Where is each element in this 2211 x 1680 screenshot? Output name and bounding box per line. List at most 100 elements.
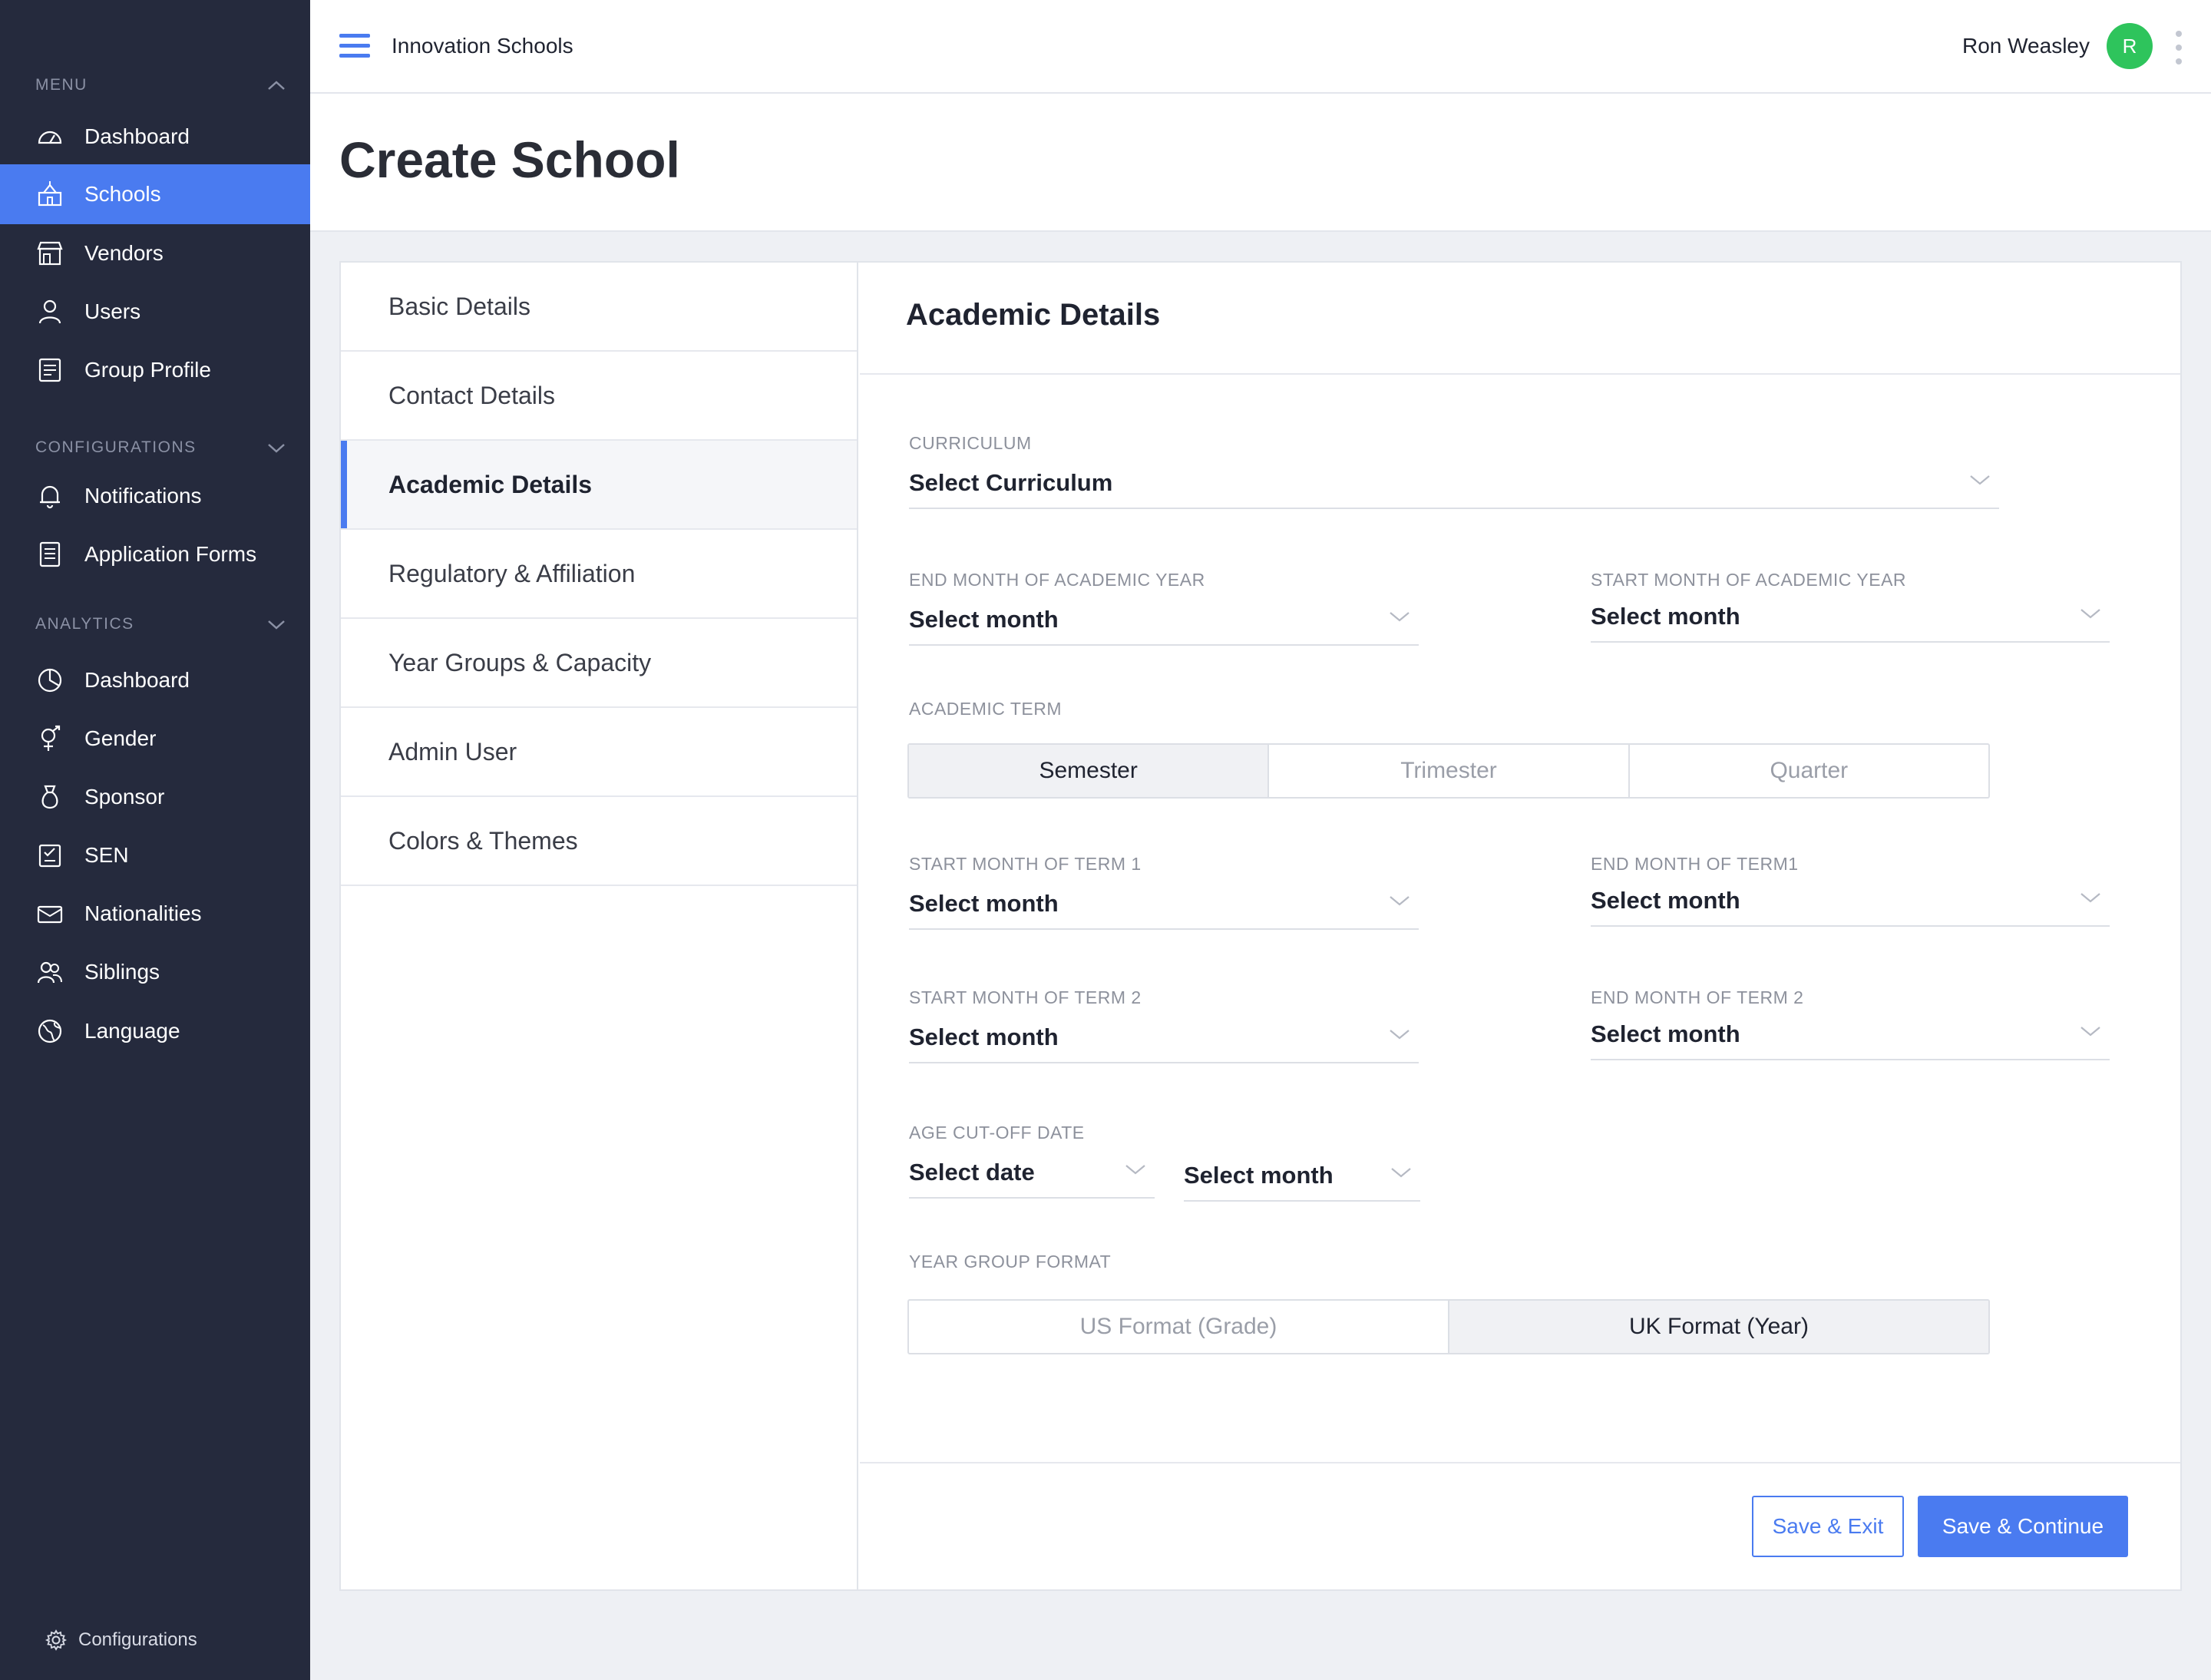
age-cutoff-date-value: Select date: [909, 1159, 1035, 1186]
school-icon: [35, 180, 64, 209]
user-name[interactable]: Ron Weasley: [1962, 34, 2090, 58]
sidebar-item-vendors[interactable]: Vendors: [0, 223, 310, 283]
year-group-format-label: YEAR GROUP FORMAT: [909, 1252, 1112, 1272]
step-year-groups-capacity[interactable]: Year Groups & Capacity: [341, 619, 857, 708]
chevron-down-icon: [2080, 609, 2100, 619]
save-exit-button[interactable]: Save & Exit: [1752, 1496, 1904, 1557]
step-colors-themes[interactable]: Colors & Themes: [341, 797, 857, 886]
term-option-quarter[interactable]: Quarter: [1630, 745, 1988, 797]
passport-icon: [35, 899, 64, 928]
start-month-term1-label: START MONTH OF TERM 1: [909, 854, 1142, 874]
start-month-academic-year-label: START MONTH OF ACADEMIC YEAR: [1591, 570, 1907, 590]
step-regulatory-affiliation[interactable]: Regulatory & Affiliation: [341, 530, 857, 619]
age-cutoff-date-field: AGE CUT-OFF DATE Select date: [909, 1123, 1155, 1199]
user-icon: [35, 297, 64, 326]
term-option-trimester[interactable]: Trimester: [1269, 745, 1630, 797]
sidebar-item-group-profile[interactable]: Group Profile: [0, 340, 310, 400]
start-month-term1-select[interactable]: Select month: [909, 882, 1419, 930]
sidebar-item-sen[interactable]: SEN: [0, 825, 310, 885]
siblings-icon: [35, 957, 64, 987]
sidebar-item-gender[interactable]: Gender: [0, 709, 310, 769]
format-option-us[interactable]: US Format (Grade): [909, 1301, 1449, 1353]
format-option-uk[interactable]: UK Format (Year): [1449, 1301, 1988, 1353]
year-group-format-field: YEAR GROUP FORMAT: [909, 1252, 1111, 1272]
start-month-term1-value: Select month: [909, 890, 1059, 917]
panel-header: Academic Details: [860, 263, 2180, 375]
sidebar-item-nationalities[interactable]: Nationalities: [0, 884, 310, 944]
page-header: Create School: [310, 94, 2211, 232]
globe-icon: [35, 1017, 64, 1046]
sidebar-item-label: SEN: [84, 843, 129, 867]
chevron-down-icon: [268, 444, 285, 453]
chevron-down-icon: [1390, 896, 1410, 906]
curriculum-field: CURRICULUM Select Curriculum: [909, 433, 1999, 509]
sidebar-item-label: Gender: [84, 726, 157, 750]
more-options-icon[interactable]: [2174, 31, 2183, 64]
step-label: Academic Details: [388, 470, 593, 498]
end-month-term2-field: END MONTH OF TERM 2 Select month: [1591, 987, 2110, 1060]
sidebar-item-label: Dashboard: [84, 668, 190, 692]
step-admin-user[interactable]: Admin User: [341, 708, 857, 797]
start-month-academic-year-select[interactable]: Select month: [1591, 595, 2110, 643]
sidebar-item-language[interactable]: Language: [0, 1001, 310, 1061]
top-bar: Innovation Schools Ron Weasley R: [310, 0, 2211, 94]
bell-icon: [35, 481, 64, 511]
sidebar-configurations-link[interactable]: Configurations: [45, 1626, 197, 1654]
configurations-section-header[interactable]: CONFIGURATIONS: [35, 436, 287, 459]
gender-icon: [35, 724, 64, 753]
end-month-term1-label: END MONTH OF TERM1: [1591, 854, 1799, 874]
panel-title: Academic Details: [906, 298, 1161, 332]
page-title: Create School: [339, 131, 680, 188]
sidebar-item-schools[interactable]: Schools: [0, 164, 310, 224]
form-icon: [35, 540, 64, 569]
sidebar-item-label: Siblings: [84, 960, 160, 984]
curriculum-select[interactable]: Select Curriculum: [909, 461, 1999, 509]
sidebar-item-label: Users: [84, 299, 141, 323]
step-label: Basic Details: [388, 292, 530, 320]
sidebar-item-notifications[interactable]: Notifications: [0, 466, 310, 526]
age-cutoff-month-select[interactable]: Select month: [1184, 1154, 1420, 1202]
chevron-down-icon: [1970, 475, 1990, 485]
avatar[interactable]: R: [2107, 23, 2153, 69]
end-month-term2-select[interactable]: Select month: [1591, 1013, 2110, 1060]
step-academic-details[interactable]: Academic Details: [341, 441, 857, 530]
menu-section-header[interactable]: MENU: [35, 74, 287, 97]
sidebar-item-label: Dashboard: [84, 124, 190, 148]
sidebar-item-dashboard[interactable]: Dashboard: [0, 107, 310, 167]
chevron-down-icon: [268, 620, 285, 630]
sidebar-item-label: Group Profile: [84, 358, 211, 382]
dashboard-icon: [35, 122, 64, 151]
steps-nav: Basic Details Contact Details Academic D…: [341, 263, 858, 1589]
step-basic-details[interactable]: Basic Details: [341, 263, 857, 352]
chevron-down-icon: [2080, 893, 2100, 903]
start-month-academic-year-field: START MONTH OF ACADEMIC YEAR Select mont…: [1591, 570, 2110, 643]
chevron-down-icon: [2080, 1027, 2100, 1037]
age-cutoff-date-select[interactable]: Select date: [909, 1151, 1155, 1199]
menu-section-label: MENU: [35, 76, 88, 94]
academic-term-field: ACADEMIC TERM: [909, 699, 1062, 719]
age-cutoff-month-value: Select month: [1184, 1162, 1334, 1189]
curriculum-label: CURRICULUM: [909, 433, 1032, 453]
end-month-academic-year-select[interactable]: Select month: [909, 598, 1419, 646]
sidebar-item-siblings[interactable]: Siblings: [0, 942, 310, 1002]
academic-details-panel: Academic Details CURRICULUM Select Curri…: [860, 263, 2180, 1589]
start-month-term2-select[interactable]: Select month: [909, 1016, 1419, 1063]
term-option-semester[interactable]: Semester: [909, 745, 1270, 797]
sidebar-item-label: Nationalities: [84, 901, 202, 925]
sidebar-item-application-forms[interactable]: Application Forms: [0, 524, 310, 584]
hamburger-menu-icon[interactable]: [339, 34, 370, 60]
step-contact-details[interactable]: Contact Details: [341, 352, 857, 441]
sidebar-item-analytics-dashboard[interactable]: Dashboard: [0, 650, 310, 710]
sidebar-item-label: Application Forms: [84, 542, 257, 566]
chevron-down-icon: [1390, 1030, 1410, 1040]
end-month-term1-select[interactable]: Select month: [1591, 879, 2110, 927]
create-school-card: Basic Details Contact Details Academic D…: [339, 261, 2182, 1591]
save-continue-button[interactable]: Save & Continue: [1918, 1496, 2128, 1557]
analytics-section-label: ANALYTICS: [35, 615, 134, 633]
sidebar-item-users[interactable]: Users: [0, 282, 310, 342]
end-month-academic-year-label: END MONTH OF ACADEMIC YEAR: [909, 570, 1205, 590]
organization-name: Innovation Schools: [392, 34, 573, 58]
analytics-section-header[interactable]: ANALYTICS: [35, 613, 287, 636]
store-icon: [35, 239, 64, 268]
sidebar-item-sponsor[interactable]: Sponsor: [0, 767, 310, 827]
